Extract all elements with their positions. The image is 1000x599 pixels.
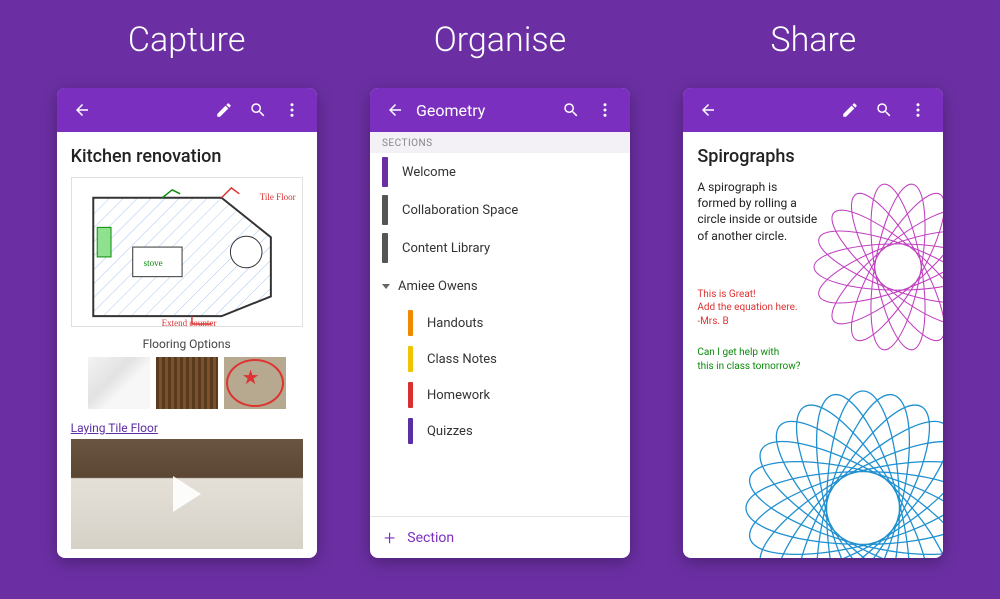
subsection-label: Handouts <box>427 316 483 331</box>
plus-icon: + <box>384 526 395 550</box>
section-row[interactable]: Collaboration Space <box>370 191 630 229</box>
annotation-tile-floor: Tile Floor <box>260 192 296 202</box>
spirograph-blue <box>733 378 943 558</box>
flooring-tiles: ★ <box>71 357 303 409</box>
subsection-row[interactable]: Homework <box>370 377 630 413</box>
note-title: Kitchen renovation <box>57 132 317 173</box>
subsection-label: Quizzes <box>427 424 473 439</box>
tile-option-marble <box>88 357 150 409</box>
search-icon[interactable] <box>241 93 275 127</box>
section-label: Content Library <box>402 241 490 256</box>
search-icon[interactable] <box>867 93 901 127</box>
pen-icon[interactable] <box>207 93 241 127</box>
more-icon[interactable] <box>275 93 309 127</box>
star-icon: ★ <box>242 365 260 389</box>
back-icon[interactable] <box>378 93 412 127</box>
section-row[interactable]: Welcome <box>370 153 630 191</box>
search-icon[interactable] <box>554 93 588 127</box>
tile-option-wood <box>156 357 218 409</box>
appbar <box>57 88 317 132</box>
subsection-label: Homework <box>427 388 490 403</box>
section-row[interactable]: Content Library <box>370 229 630 267</box>
add-section-label: Section <box>407 530 454 546</box>
play-icon <box>173 476 201 512</box>
annotation-extend-counter: Extend counter <box>162 318 217 328</box>
video-link[interactable]: Laying Tile Floor <box>71 421 303 435</box>
annotation-stove: stove <box>144 258 163 268</box>
back-icon[interactable] <box>65 93 99 127</box>
subsection-label: Class Notes <box>427 352 497 367</box>
spirograph-magenta <box>793 162 943 372</box>
column-title-organise: Organise <box>434 20 566 60</box>
sections-header: SECTIONS <box>370 132 630 153</box>
floorplan-image: Tile Floor Extend counter stove <box>71 177 303 327</box>
chevron-down-icon <box>382 284 390 289</box>
flooring-options-label: Flooring Options <box>57 337 317 351</box>
column-title-capture: Capture <box>128 20 246 60</box>
subsection-row[interactable]: Handouts <box>370 305 630 341</box>
subsection-row[interactable]: Quizzes <box>370 413 630 449</box>
more-icon[interactable] <box>901 93 935 127</box>
section-label: Collaboration Space <box>402 203 518 218</box>
subsection-row[interactable]: Class Notes <box>370 341 630 377</box>
phone-share: Spirographs A spirograph is formed by ro… <box>683 88 943 558</box>
add-section-button[interactable]: + Section <box>370 516 630 558</box>
phone-organise: Geometry SECTIONS Welcome Collaboration <box>370 88 630 558</box>
tile-option-stone: ★ <box>224 357 286 409</box>
section-label: Welcome <box>402 165 456 180</box>
notebook-title: Geometry <box>416 101 485 120</box>
column-title-share: Share <box>770 20 856 60</box>
sections-list: SECTIONS Welcome Collaboration Space Con… <box>370 132 630 516</box>
video-thumbnail[interactable] <box>71 439 303 549</box>
section-group-label: Amiee Owens <box>398 279 478 294</box>
back-icon[interactable] <box>691 93 725 127</box>
pen-icon[interactable] <box>833 93 867 127</box>
appbar: Geometry <box>370 88 630 132</box>
phone-capture: Kitchen renovation Tile Fl <box>57 88 317 558</box>
more-icon[interactable] <box>588 93 622 127</box>
appbar <box>683 88 943 132</box>
section-group-expanded[interactable]: Amiee Owens <box>370 267 630 305</box>
